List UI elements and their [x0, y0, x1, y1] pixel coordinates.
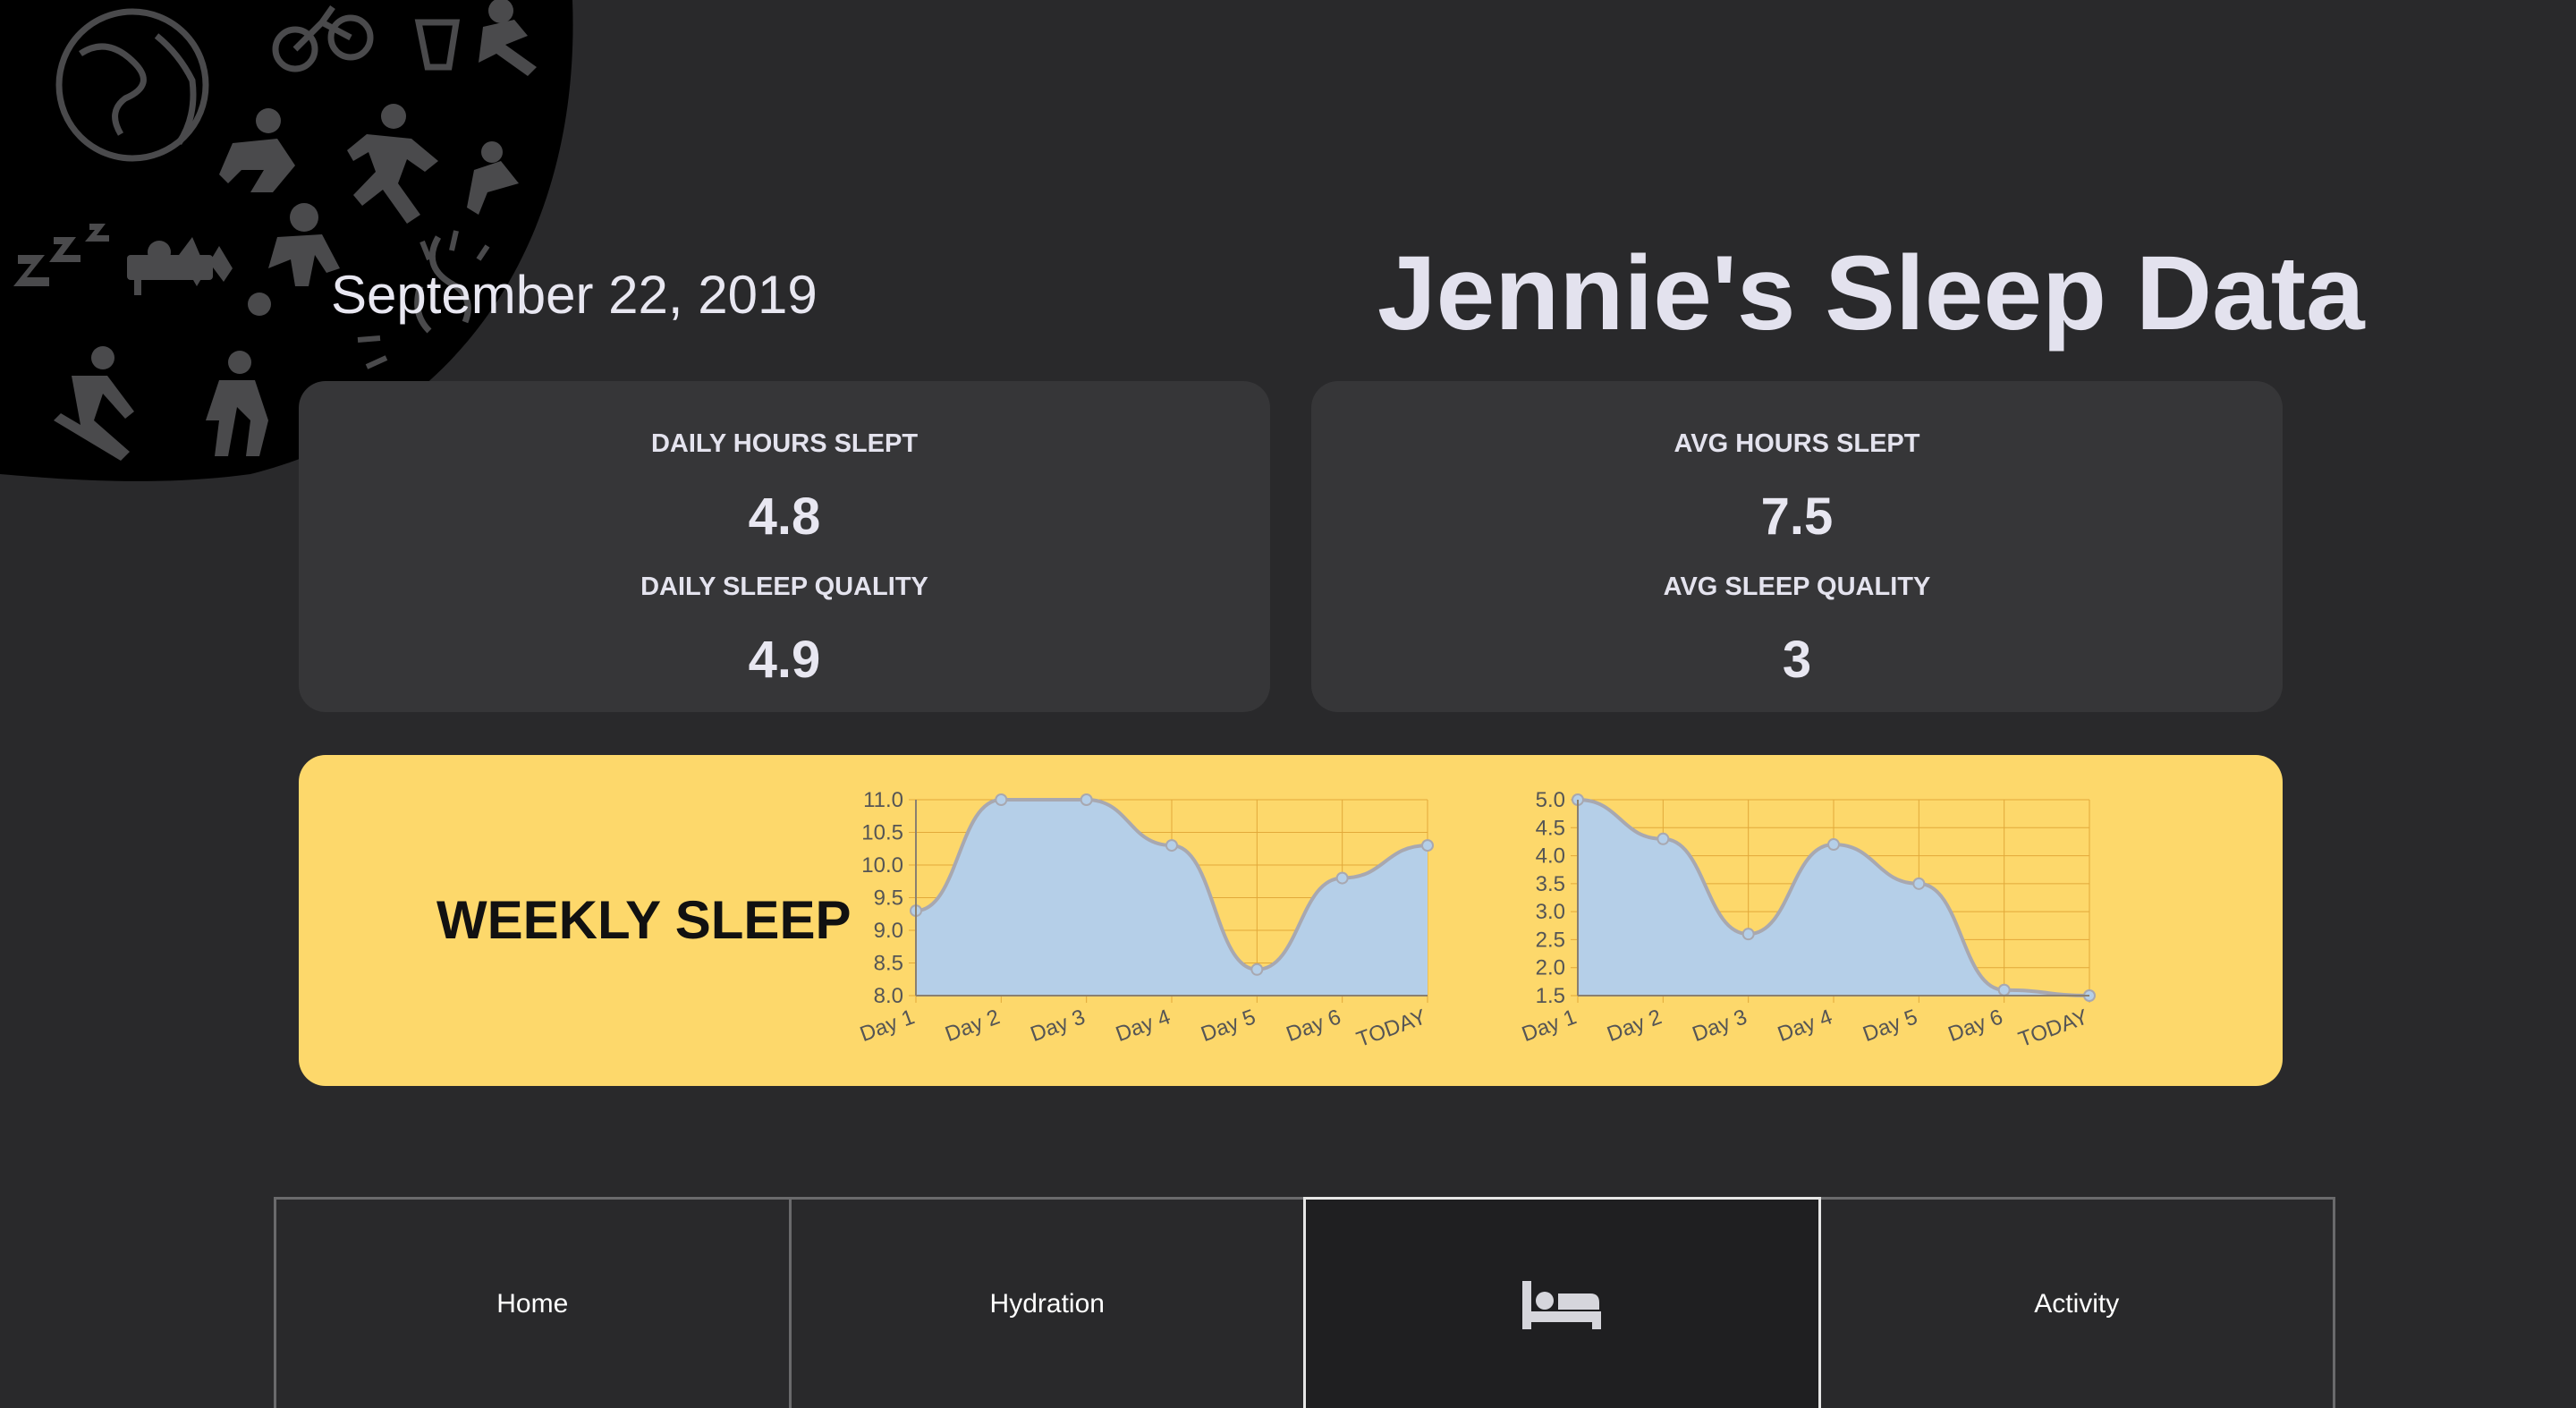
data-point: [1997, 983, 2011, 997]
y-tick-label: 8.0: [874, 984, 903, 1008]
daily-hours-value: 4.8: [748, 488, 821, 546]
weekly-sleep-title: WEEKLY SLEEP: [436, 890, 852, 950]
data-point: [1827, 838, 1840, 852]
daily-quality-label: DAILY SLEEP QUALITY: [640, 573, 928, 601]
data-point: [1912, 877, 1926, 890]
y-tick-label: 3.5: [1536, 872, 1565, 896]
daily-hours-label: DAILY HOURS SLEPT: [650, 429, 919, 458]
weekly-quality-chart: 5.0 4.5 4.0 3.5 3.0 2.5 2.0 1.5Day 1 Day 2 Day 3 D…: [1519, 788, 2096, 1052]
y-tick-label: 8.5: [874, 952, 903, 976]
y-tick-label: 2.5: [1536, 928, 1565, 952]
y-tick-label: 1.5: [1536, 984, 1565, 1008]
current-date: September 22, 2019: [331, 265, 818, 325]
y-tick-label: 11.0: [863, 788, 903, 812]
avg-hours-label: AVG HOURS SLEPT: [1674, 429, 1920, 458]
y-tick-label: 4.0: [1536, 844, 1565, 869]
x-tick-label: Day 3: [1690, 1005, 1750, 1047]
x-tick-label: Day 6: [1945, 1005, 2006, 1047]
x-tick-label: Day 2: [1604, 1005, 1665, 1047]
x-tick-label: Day 3: [1028, 1005, 1089, 1047]
bed-icon: [1522, 1280, 1602, 1329]
daily-stats-card: DAILY HOURS SLEPT 4.8 DAILY SLEEP QUALIT…: [299, 381, 1270, 712]
avg-hours-value: 7.5: [1760, 488, 1834, 546]
y-tick-label: 5.0: [1536, 788, 1565, 812]
sleep-page: September 22, 2019 Jennie's Sleep Data D…: [0, 0, 2576, 1408]
y-tick-label: 9.5: [874, 886, 903, 911]
x-tick-label: Day 1: [1519, 1005, 1580, 1047]
nav-hydration[interactable]: Hydration: [788, 1197, 1306, 1408]
avg-quality-label: AVG SLEEP QUALITY: [1663, 573, 1931, 601]
daily-quality-value: 4.9: [748, 631, 821, 689]
y-tick-label: 2.0: [1536, 956, 1565, 980]
y-tick-label: 10.0: [861, 853, 903, 878]
data-point: [1250, 963, 1264, 976]
data-point: [1080, 793, 1093, 806]
y-tick-label: 3.0: [1536, 900, 1565, 924]
y-tick-label: 4.5: [1536, 816, 1565, 840]
weekly-sleep-panel: WEEKLY SLEEP 11.0 10.5 10.0 9.5 9.0 8.5 8.0 Day…: [299, 755, 2283, 1086]
x-tick-label: Day 6: [1284, 1005, 1344, 1047]
y-tick-label: 10.5: [861, 821, 903, 845]
weekly-hours-chart: 11.0 10.5 10.0 9.5 9.0 8.5 8.0Day 1 Day 2 Day 3 D…: [857, 788, 1434, 1052]
x-tick-label: Day 5: [1198, 1005, 1258, 1047]
data-point: [1335, 871, 1349, 885]
x-tick-label: Day 4: [1113, 1005, 1174, 1047]
nav-activity[interactable]: Activity: [1818, 1197, 2335, 1408]
data-point: [1165, 839, 1178, 852]
average-stats-card: AVG HOURS SLEPT 7.5 AVG SLEEP QUALITY 3: [1311, 381, 2283, 712]
page-title: Jennie's Sleep Data: [1377, 234, 2365, 352]
avg-quality-value: 3: [1782, 631, 1812, 689]
x-tick-label: TODAY: [1353, 1005, 1429, 1052]
x-tick-label: Day 1: [857, 1005, 918, 1047]
data-point: [1741, 928, 1755, 941]
x-tick-label: Day 4: [1775, 1005, 1835, 1047]
y-tick-label: 9.0: [874, 919, 903, 943]
x-tick-label: Day 5: [1860, 1005, 1920, 1047]
nav-home[interactable]: Home: [274, 1197, 792, 1408]
bottom-nav: Home Hydration Activity: [274, 1197, 2335, 1408]
x-tick-label: Day 2: [942, 1005, 1003, 1047]
nav-sleep[interactable]: [1303, 1197, 1821, 1408]
data-point: [995, 793, 1008, 806]
data-point: [1657, 832, 1670, 845]
data-point: [1421, 839, 1434, 852]
x-tick-label: TODAY: [2015, 1005, 2091, 1052]
